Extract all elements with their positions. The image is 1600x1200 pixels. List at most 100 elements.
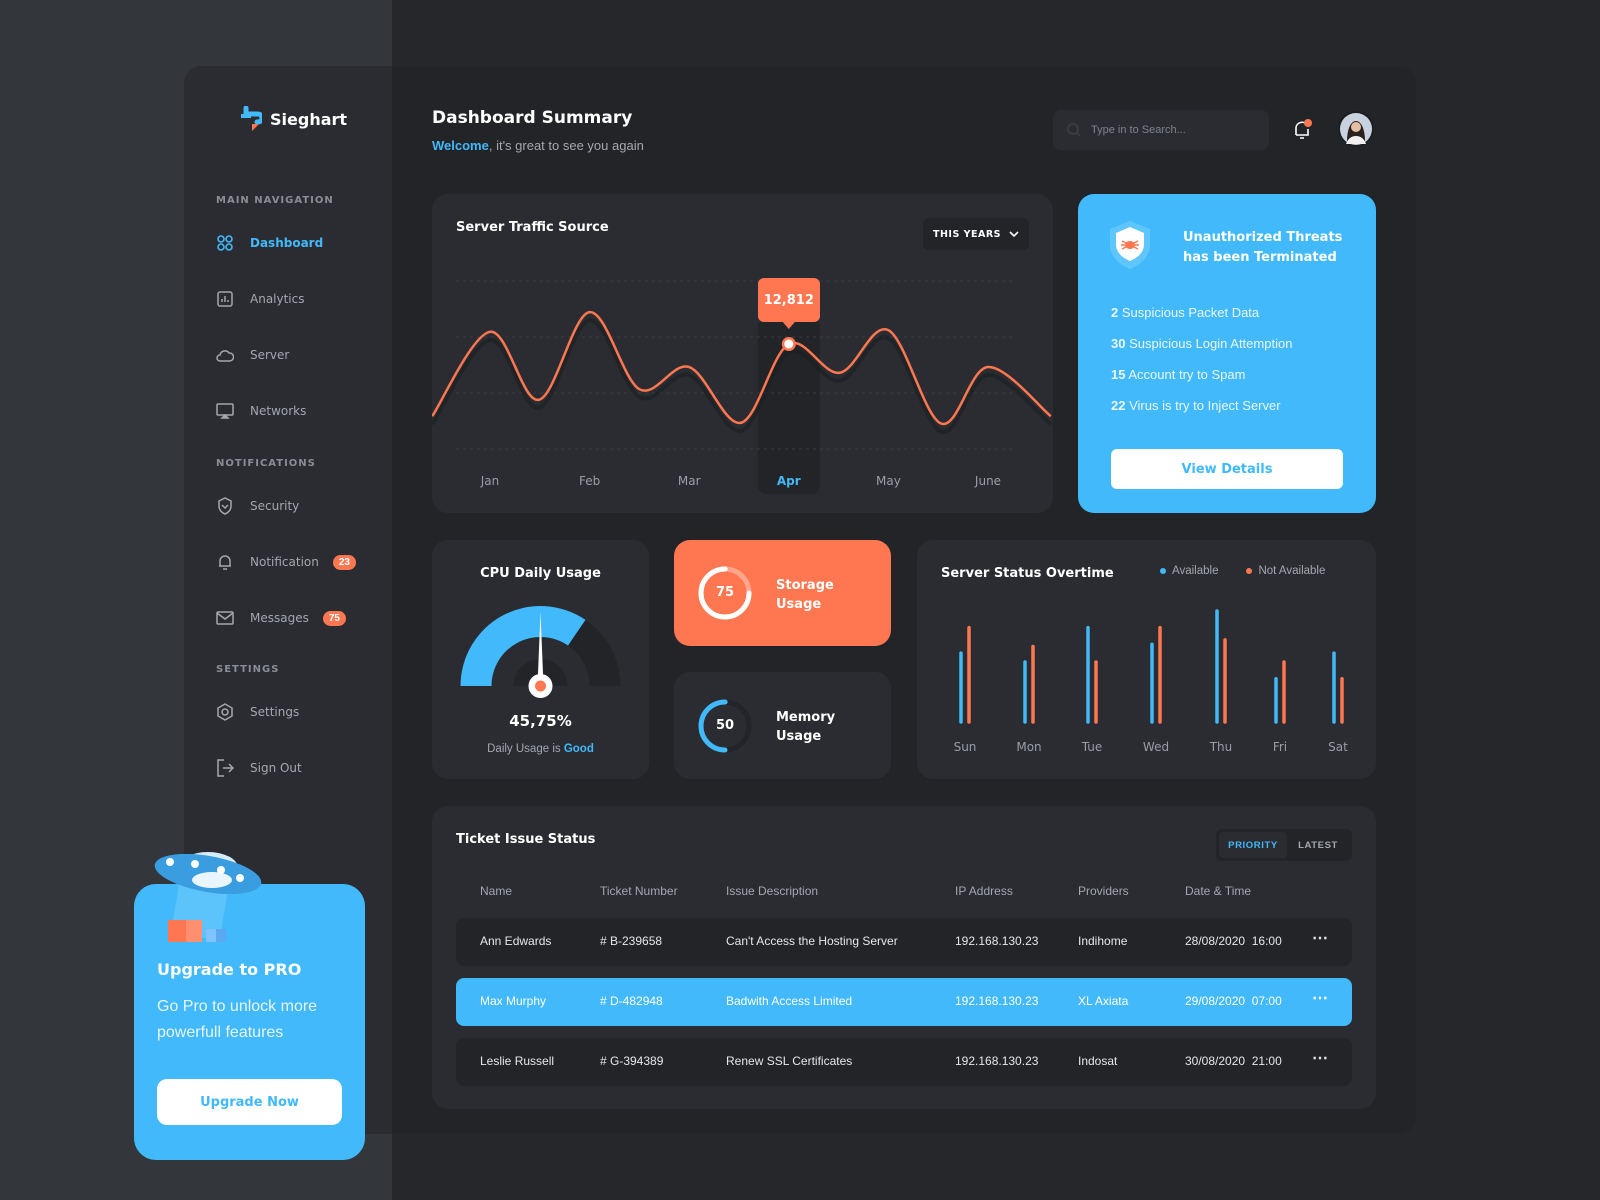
nav-section-notifications: NOTIFICATIONS [216,458,316,469]
cell-ticket: # G-394389 [600,1054,664,1068]
tab-latest[interactable]: LATEST [1287,832,1349,858]
sidebar-item-messages[interactable]: Messages 75 [216,606,346,630]
cell-ticket: # B-239658 [600,934,663,948]
table-row[interactable]: Leslie Russell # G-394389 Renew SSL Cert… [456,1038,1352,1086]
column-header-ip: IP Address [955,884,1013,898]
sign-out-icon [216,759,234,777]
search-input[interactable]: Type in to Search... [1053,110,1269,150]
server-status-bar-chart: Sun Mon Tue Wed Thu Fri Sat [954,609,1348,754]
sidebar-item-notification[interactable]: Notification 23 [216,550,356,574]
threat-item: 2 Suspicious Packet Data [1111,297,1292,328]
brand[interactable]: Sieghart [238,106,347,132]
sidebar-item-server[interactable]: Server [216,343,289,367]
table-row[interactable]: Ann Edwards # B-239658 Can't Access the … [456,918,1352,966]
brand-name: Sieghart [270,109,348,129]
threat-item: 22 Virus is try to Inject Server [1111,390,1292,421]
memory-value: 50 [715,718,735,733]
sidebar-item-label: Security [250,499,300,513]
traffic-tooltip: 12,812 [757,278,820,322]
day-label: Sun [954,740,977,754]
threat-item: 30 Suspicious Login Attemption [1111,328,1292,359]
more-options-icon[interactable]: ⋯ [1312,988,1328,1008]
threats-title-line1: Unauthorized Threats [1183,230,1343,245]
grid-icon [216,234,234,252]
ufo-illustration [154,852,262,942]
day-label: Mon [1016,740,1041,754]
x-tick-label: Jan [480,474,500,488]
cell-ip: 192.168.130.23 [955,1054,1039,1068]
welcome-subtitle: , it's great to see you again [488,138,644,153]
more-options-icon[interactable]: ⋯ [1312,928,1328,948]
threat-text: Suspicious Packet Data [1121,305,1260,320]
cpu-caption: Daily Usage is Good [432,743,649,755]
cell-issue: Badwith Access Limited [726,994,853,1008]
cell-provider: XL Axiata [1078,994,1129,1008]
cell-issue: Can't Access the Hosting Server [726,934,898,948]
threats-title-line2: has been Terminated [1183,250,1337,265]
messages-count-badge: 75 [322,610,346,626]
cell-date: 28/08/2020 16:00 [1185,934,1282,948]
logo-icon [241,106,262,131]
threat-text: Suspicious Login Attemption [1129,336,1293,351]
sidebar-item-sign-out[interactable]: Sign Out [216,756,302,780]
threat-text: Virus is try to Inject Server [1129,398,1281,413]
more-options-icon[interactable]: ⋯ [1312,1048,1328,1068]
threats-title: Unauthorized Threats has been Terminated [1183,228,1342,268]
day-label: Sat [1328,740,1348,754]
gear-icon [216,703,234,721]
x-tick-label: May [876,474,901,488]
sidebar-item-settings[interactable]: Settings [216,700,299,724]
line-shadow [432,318,1053,434]
welcome-message: Welcome, it's great to see you again [432,138,644,153]
upgrade-now-button[interactable]: Upgrade Now [157,1079,342,1125]
nav-section-settings: SETTINGS [216,664,280,675]
table-row-selected[interactable]: Max Murphy # D-482948 Badwith Access Lim… [456,978,1352,1026]
storage-label-line2: Usage [776,597,822,612]
sidebar-item-label: Dashboard [250,236,324,250]
cell-name: Leslie Russell [480,1054,555,1068]
sidebar-item-networks[interactable]: Networks [216,399,306,423]
sidebar-item-label: Sign Out [250,761,302,775]
monitor-icon [216,402,234,420]
cell-provider: Indosat [1078,1054,1118,1068]
column-header-name: Name [480,884,513,898]
mail-icon [216,609,234,627]
notification-bell-icon[interactable] [1292,118,1314,142]
column-header-providers: Providers [1078,884,1129,898]
notification-count-badge: 23 [332,554,356,570]
x-tick-label: Feb [579,474,600,488]
sidebar-item-label: Settings [250,705,300,719]
user-avatar[interactable] [1338,111,1374,147]
sidebar-item-label: Messages [250,611,309,625]
x-tick-label: Apr [777,474,801,488]
sidebar-item-security[interactable]: Security [216,494,299,518]
ticket-title: Ticket Issue Status [456,832,596,847]
tab-priority[interactable]: PRIORITY [1219,832,1287,858]
view-details-button[interactable]: View Details [1111,449,1343,489]
bell-icon [216,553,234,571]
shield-bug-icon [1110,221,1150,269]
nav-section-main: MAIN NAVIGATION [216,195,334,206]
sidebar-item-analytics[interactable]: Analytics [216,287,305,311]
cell-name: Max Murphy [480,994,547,1008]
threat-count: 15 [1111,367,1126,382]
cpu-value: 45,75% [509,712,572,730]
cell-issue: Renew SSL Certificates [726,1054,853,1068]
highlight-point [784,339,794,349]
threat-count: 2 [1111,305,1119,320]
day-label: Thu [1209,740,1233,754]
column-header-ticket: Ticket Number [600,884,678,898]
sidebar-item-dashboard[interactable]: Dashboard [216,231,323,255]
cell-ip: 192.168.130.23 [955,994,1039,1008]
traffic-line-chart: Jan Feb Mar Apr May June [432,280,1053,494]
column-header-issue: Issue Description [726,884,819,898]
memory-label: Memory Usage [776,708,835,746]
page-title: Dashboard Summary [432,108,633,128]
traffic-line [432,310,1052,425]
sidebar-item-label: Server [250,348,290,362]
column-header-date: Date & Time [1185,884,1252,898]
cpu-gauge [460,606,621,698]
threat-item: 15 Account try to Spam [1111,359,1292,390]
memory-label-line2: Usage [776,729,822,744]
search-icon [1067,123,1081,137]
